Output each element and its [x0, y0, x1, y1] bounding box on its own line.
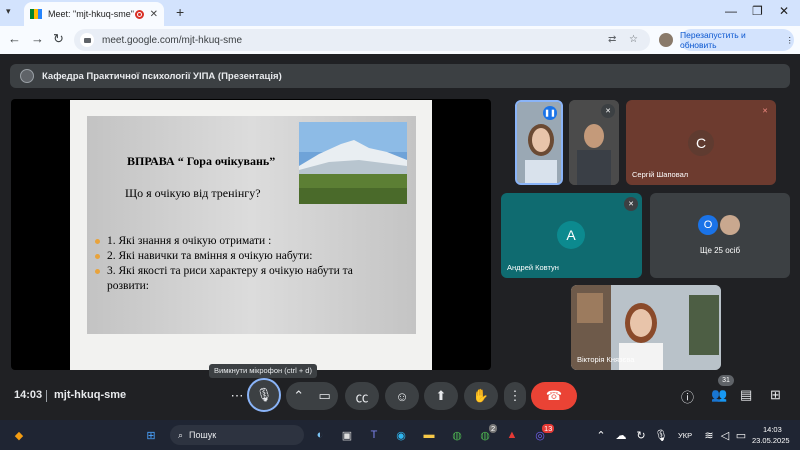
avatar: О — [698, 215, 718, 235]
meet-area: Кафедра Практичної психології УІПА (През… — [0, 54, 800, 420]
participant-name: Сергій Шаповал — [632, 170, 689, 179]
tray-chevron-icon[interactable]: ⌃ — [592, 426, 610, 444]
meeting-time: 14:03 — [14, 389, 43, 401]
participant-tile-andrei[interactable]: А ✕ Андрей Ковтун — [501, 193, 642, 278]
others-tile[interactable]: О Ще 25 осіб — [650, 193, 790, 278]
avatar: С — [688, 130, 714, 156]
new-tab-button[interactable]: + — [176, 4, 184, 20]
chrome-icon[interactable]: ◍ — [448, 426, 466, 444]
raise-hand-button[interactable]: ✋ — [464, 382, 498, 410]
app-icon[interactable]: ▣ — [338, 426, 356, 444]
search-placeholder: Пошук — [189, 430, 217, 440]
muted-mic-icon: ✕ — [624, 197, 638, 211]
more-options-icon[interactable]: ⋮ — [504, 382, 526, 410]
tab-title: Meet: "mjt-hkuq-sme" — [48, 9, 134, 19]
restore-icon[interactable]: ❐ — [752, 4, 763, 18]
tab-search-icon[interactable]: ▾ — [6, 6, 11, 17]
recording-icon — [134, 9, 144, 19]
battery-icon[interactable]: ▭ — [732, 426, 750, 444]
slide: ВПРАВА “ Гора очікувань” Що я очікую від… — [70, 100, 432, 370]
site-camera-icon[interactable] — [80, 33, 94, 47]
clock-time[interactable]: 14:03 — [763, 425, 782, 434]
people-icon[interactable]: 👥 — [711, 387, 727, 403]
mic-button[interactable]: 🎙 — [247, 378, 281, 412]
mountain-image — [299, 122, 407, 204]
bookmark-star-icon[interactable]: ☆ — [629, 29, 638, 51]
info-icon[interactable]: ⓘ — [681, 387, 694, 406]
tray-sync-icon[interactable]: ↻ — [632, 426, 650, 444]
avatar: А — [557, 221, 585, 249]
more-audio-options-icon[interactable]: ⋯ — [226, 382, 248, 410]
participant-name: Андрей Ковтун — [507, 263, 559, 272]
clock-date[interactable]: 23.05.2025 — [752, 436, 790, 445]
restart-update-button[interactable]: Перезапустить и обновить ⋮ — [680, 29, 794, 51]
present-button[interactable]: ⬆ — [424, 382, 458, 410]
presentation-bar: Кафедра Практичної психології УІПА (През… — [10, 64, 790, 88]
slide-title: ВПРАВА “ Гора очікувань” — [127, 154, 276, 168]
reload-icon[interactable]: ↻ — [53, 31, 64, 47]
participant-tile-viktoriia[interactable]: Вікторія Князєва — [571, 285, 721, 370]
slide-content: ВПРАВА “ Гора очікувань” Що я очікую від… — [87, 116, 416, 334]
window-close-icon[interactable]: ✕ — [779, 4, 789, 18]
chrome-badge: 2 — [489, 424, 498, 433]
viber-badge: 13 — [542, 424, 555, 433]
slide-list-item: 3. Які якості та риси характеру я очікую… — [95, 264, 385, 294]
participant-count-badge: 31 — [718, 375, 734, 386]
browser-toolbar: ← → ↻ meet.google.com/mjt-hkuq-sme ⇄ ☆ П… — [0, 26, 800, 54]
camera-button[interactable]: ⌃ ▭ — [286, 382, 338, 410]
address-bar[interactable]: meet.google.com/mjt-hkuq-sme ⇄ ☆ — [74, 29, 650, 51]
minimize-icon[interactable]: — — [725, 4, 737, 18]
slide-list-item: 2. Які навички та вміння я очікую набути… — [95, 249, 385, 264]
back-icon[interactable]: ← — [8, 31, 21, 46]
forward-icon[interactable]: → — [31, 31, 44, 46]
mic-tooltip: Вимкнути мікрофон (ctrl + d) — [209, 364, 317, 378]
weather-icon[interactable]: ◆ — [10, 426, 28, 444]
muted-mic-icon: ✕ — [601, 104, 615, 118]
slide-subtitle: Що я очікую від тренінгу? — [125, 186, 261, 200]
tab-strip: ▾ Meet: "mjt-hkuq-sme" ✕ + — ❐ ✕ — [0, 0, 800, 26]
taskbar: ◆ ⊞ ⌕ Пошук ◐ ▣ T ◉ ▬ ◍ ◍ 2 ▲ ◎ 13 ⌃ ☁ ↻… — [0, 420, 800, 450]
slide-list-item: 1. Які знання я очікую отримати : — [95, 234, 385, 249]
participant-tile-serhii[interactable]: С ✕ Сергій Шаповал — [626, 100, 776, 185]
tray-mic-icon[interactable]: 🎙 — [652, 426, 670, 444]
language-indicator[interactable]: УКР — [678, 431, 692, 440]
divider — [46, 390, 47, 402]
search-icon: ⌕ — [178, 429, 184, 440]
avatar-photo — [720, 215, 740, 235]
camera-icon: ▭ — [318, 388, 331, 403]
chat-icon[interactable]: ▤ — [740, 387, 752, 403]
teams-icon[interactable]: T — [365, 426, 383, 444]
speaking-indicator-icon: ❚❚ — [543, 106, 557, 120]
tab-close-icon[interactable]: ✕ — [150, 9, 158, 20]
meeting-code: mjt-hkuq-sme — [54, 389, 127, 401]
captions-button[interactable]: ㏄ — [345, 382, 379, 410]
restart-update-label: Перезапустить и обновить — [680, 30, 746, 50]
muted-mic-icon: ✕ — [762, 108, 768, 115]
participant-name: Вікторія Князєва — [577, 355, 635, 364]
tray-app-icon[interactable]: ☁ — [612, 426, 630, 444]
activities-icon[interactable]: ⊞ — [770, 387, 781, 403]
presentation-stage: ВПРАВА “ Гора очікувань” Що я очікую від… — [11, 99, 491, 370]
explorer-icon[interactable]: ▬ — [420, 426, 438, 444]
presentation-owner: Кафедра Практичної психології УІПА (През… — [42, 70, 282, 82]
pdf-icon[interactable]: ▲ — [503, 426, 521, 444]
translate-icon[interactable]: ⇄ — [608, 29, 616, 51]
meet-favicon-icon — [30, 9, 42, 19]
participant-video-tile[interactable]: ❚❚ — [515, 100, 563, 185]
leave-call-button[interactable]: ☎ — [531, 382, 577, 410]
url-text: meet.google.com/mjt-hkuq-sme — [102, 34, 243, 46]
start-icon[interactable]: ⊞ — [142, 426, 160, 444]
taskbar-search[interactable]: ⌕ Пошук — [170, 425, 304, 445]
edge-icon[interactable]: ◉ — [392, 426, 410, 444]
emoji-button[interactable]: ☺ — [385, 382, 419, 410]
copilot-icon[interactable]: ◐ — [311, 426, 329, 444]
chevron-up-icon[interactable]: ⌃ — [293, 388, 304, 404]
profile-avatar[interactable] — [659, 33, 673, 47]
tab-meet[interactable]: Meet: "mjt-hkuq-sme" ✕ — [24, 2, 164, 26]
menu-kebab-icon[interactable]: ⋮ — [786, 35, 795, 46]
slide-list: 1. Які знання я очікую отримати : 2. Які… — [95, 234, 385, 294]
others-label: Ще 25 осіб — [699, 246, 741, 255]
participant-video-tile[interactable]: ✕ — [569, 100, 619, 185]
presenter-avatar — [20, 69, 34, 83]
